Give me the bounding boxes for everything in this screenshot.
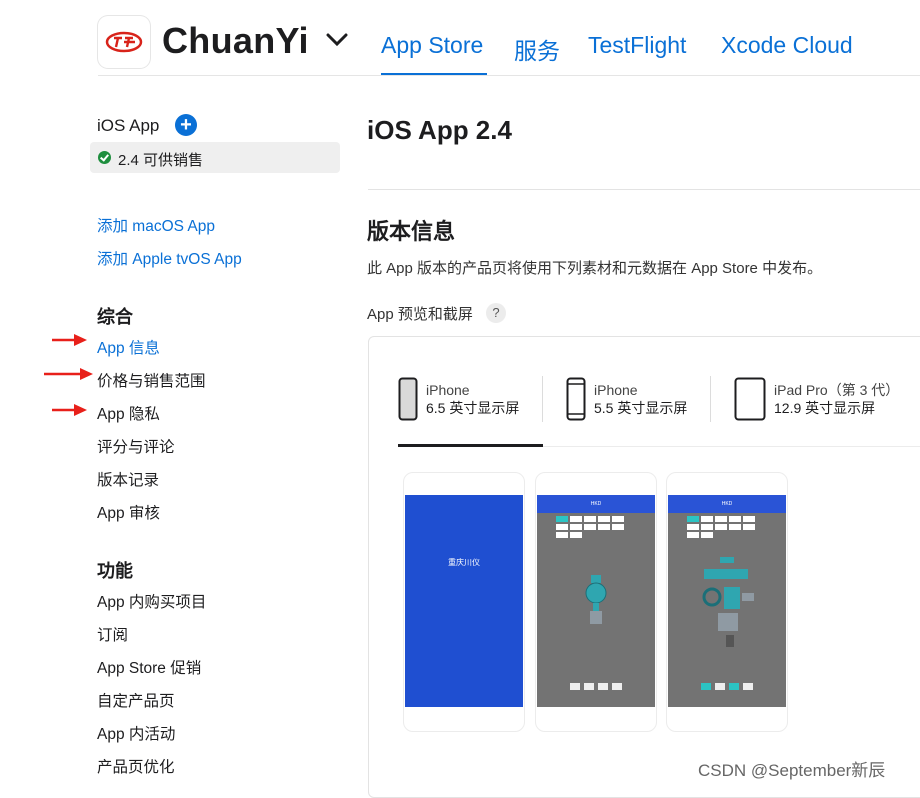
sidebar-item-pricing[interactable]: 价格与销售范围 xyxy=(97,369,206,391)
tab-separator xyxy=(710,376,711,422)
watermark: CSDN @September新辰 xyxy=(698,761,886,780)
screenshot-thumbnail[interactable]: HKD xyxy=(535,472,657,732)
sidebar-item-promotions[interactable]: App Store 促销 xyxy=(97,656,201,678)
sidebar-item-app-review[interactable]: App 审核 xyxy=(97,501,160,523)
iphone-icon xyxy=(398,377,418,421)
bottom-buttons xyxy=(668,683,786,690)
device-tab-iphone-55[interactable]: iPhone 5.5 英寸显示屏 xyxy=(566,375,687,423)
ipad-icon xyxy=(734,377,766,421)
device-size: 5.5 英寸显示屏 xyxy=(594,400,688,416)
device-model-image xyxy=(585,575,607,624)
chevron-down-icon[interactable] xyxy=(326,33,348,47)
sidebar-item-custom-pages[interactable]: 自定产品页 xyxy=(97,689,175,711)
add-macos-link[interactable]: 添加 macOS App xyxy=(97,214,215,236)
tab-separator xyxy=(542,376,543,422)
version-item[interactable]: 2.4 可供销售 xyxy=(90,142,340,173)
splash-screenshot: 重庆川仪 xyxy=(405,495,523,707)
active-device-indicator xyxy=(398,444,543,447)
app-name[interactable]: ChuanYi xyxy=(162,20,309,62)
add-platform-button[interactable]: + xyxy=(175,114,197,136)
section-heading-general: 综合 xyxy=(97,307,133,327)
screenshot-header: HKD xyxy=(590,501,602,507)
sidebar-item-subscriptions[interactable]: 订阅 xyxy=(97,623,128,645)
preview-label: App 预览和截屏 xyxy=(367,306,473,323)
header-divider xyxy=(98,75,920,76)
red-arrow-icon xyxy=(44,368,93,380)
screenshot-header: HKD xyxy=(721,501,733,507)
title-divider xyxy=(368,189,920,190)
section-heading-features: 功能 xyxy=(97,561,133,581)
platform-title: iOS App xyxy=(97,116,160,135)
tab-services[interactable]: 服务 xyxy=(514,32,560,66)
sidebar-item-page-optimization[interactable]: 产品页优化 xyxy=(97,755,175,777)
sidebar-item-version-history[interactable]: 版本记录 xyxy=(97,468,159,490)
model-screenshot: HKD xyxy=(537,495,655,707)
page-title: iOS App 2.4 xyxy=(367,115,512,145)
device-size: 12.9 英寸显示屏 xyxy=(774,400,876,416)
section-description: 此 App 版本的产品页将使用下列素材和元数据在 App Store 中发布。 xyxy=(367,260,823,277)
device-name: iPad Pro（第 3 代） xyxy=(774,382,900,398)
button-grid xyxy=(686,515,768,539)
iphone-icon xyxy=(566,377,586,421)
device-name: iPhone xyxy=(594,382,638,398)
sidebar-item-iap[interactable]: App 内购买项目 xyxy=(97,590,206,612)
help-icon[interactable]: ? xyxy=(486,303,506,323)
sidebar-item-app-info[interactable]: App 信息 xyxy=(97,336,160,358)
screenshot-thumbnail[interactable]: HKD xyxy=(666,472,788,732)
logo-icon xyxy=(105,31,143,53)
app-logo xyxy=(98,16,150,68)
splash-text: 重庆川仪 xyxy=(448,558,480,567)
sidebar-item-ratings[interactable]: 评分与评论 xyxy=(97,435,175,457)
add-tvos-link[interactable]: 添加 Apple tvOS App xyxy=(97,247,242,269)
device-name: iPhone xyxy=(426,382,470,398)
section-title: 版本信息 xyxy=(367,219,456,244)
sidebar-item-privacy[interactable]: App 隐私 xyxy=(97,402,160,424)
exploded-screenshot: HKD xyxy=(668,495,786,707)
button-grid xyxy=(555,515,637,539)
bottom-buttons xyxy=(537,683,655,690)
red-arrow-icon xyxy=(52,334,87,346)
exploded-model-image xyxy=(702,557,754,647)
check-icon xyxy=(98,151,111,164)
sidebar-item-in-app-events[interactable]: App 内活动 xyxy=(97,722,175,744)
tab-testflight[interactable]: TestFlight xyxy=(588,32,686,59)
version-status: 2.4 可供销售 xyxy=(118,152,204,169)
screenshot-thumbnail[interactable]: 重庆川仪 xyxy=(403,472,525,732)
device-tab-ipad-pro[interactable]: iPad Pro（第 3 代） 12.9 英寸显示屏 xyxy=(734,375,899,423)
device-tab-iphone-65[interactable]: iPhone 6.5 英寸显示屏 xyxy=(398,375,519,423)
device-size: 6.5 英寸显示屏 xyxy=(426,400,520,416)
red-arrow-icon xyxy=(52,404,87,416)
tab-app-store[interactable]: App Store xyxy=(381,32,483,59)
tab-xcode-cloud[interactable]: Xcode Cloud xyxy=(721,32,853,59)
